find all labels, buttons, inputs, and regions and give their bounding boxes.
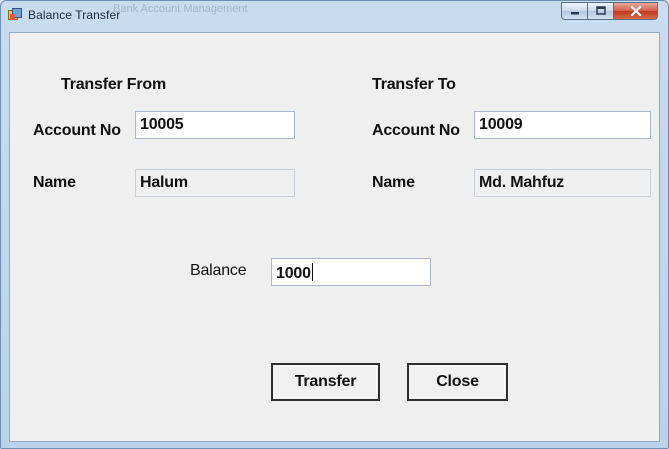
- form-client-area: Transfer From Account No 10005 Name Halu…: [9, 32, 660, 442]
- from-account-label: Account No: [33, 122, 121, 139]
- balance-value: 1000: [276, 265, 311, 282]
- window-title: Balance Transfer: [28, 8, 121, 22]
- maximize-icon: [595, 6, 606, 15]
- transfer-from-heading: Transfer From: [61, 76, 166, 93]
- from-name-label: Name: [33, 174, 76, 191]
- transfer-button[interactable]: Transfer: [271, 363, 380, 401]
- minimize-button[interactable]: [561, 2, 588, 20]
- title-bar[interactable]: Balance Transfer Bank Account Management: [1, 1, 668, 31]
- close-icon: [629, 6, 642, 16]
- from-name-field: Halum: [135, 169, 295, 197]
- minimize-icon: [570, 12, 579, 15]
- transfer-to-heading: Transfer To: [372, 76, 456, 93]
- maximize-button[interactable]: [588, 2, 614, 20]
- balance-input[interactable]: 1000: [271, 258, 431, 286]
- balance-label: Balance: [190, 262, 247, 279]
- close-button[interactable]: Close: [407, 363, 508, 401]
- text-caret: [311, 263, 313, 281]
- to-account-input[interactable]: 10009: [474, 111, 651, 139]
- balance-transfer-window: Balance Transfer Bank Account Management…: [0, 0, 669, 449]
- to-name-field: Md. Mahfuz: [474, 169, 651, 197]
- to-account-label: Account No: [372, 122, 460, 139]
- background-window-title: Bank Account Management: [113, 3, 248, 15]
- to-name-label: Name: [372, 174, 415, 191]
- app-icon: [8, 8, 22, 20]
- from-account-input[interactable]: 10005: [135, 111, 295, 139]
- window-close-button[interactable]: [614, 2, 658, 20]
